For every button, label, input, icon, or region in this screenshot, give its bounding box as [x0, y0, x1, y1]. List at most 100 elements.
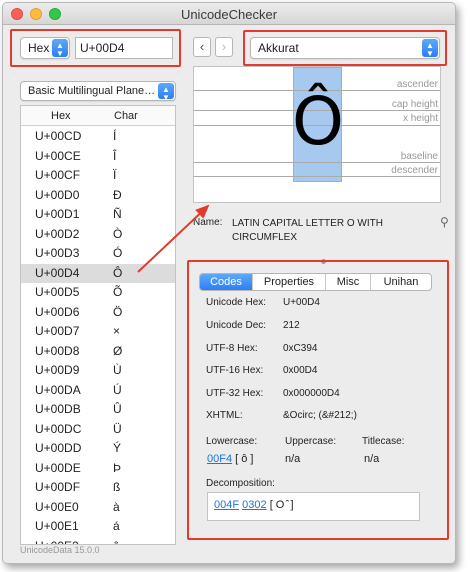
list-item[interactable]: U+00DA Ú [21, 381, 175, 401]
list-item-char: Í [113, 129, 117, 143]
list-item-char: Û [113, 402, 122, 416]
decomposition-label: Decomposition: [206, 478, 275, 489]
lowercase-codepoint-link[interactable]: 00F4 [207, 453, 232, 465]
list-item-hex: U+00D4 [35, 265, 80, 280]
list-item-char: Þ [113, 460, 122, 475]
column-header-char[interactable]: Char [114, 106, 138, 126]
descender-label: descender [391, 165, 438, 176]
tab-misc[interactable]: Misc [326, 274, 371, 290]
block-select[interactable]: Basic Multilingual Plane… ▲ ▼ [20, 81, 176, 102]
list-item[interactable]: U+00CF Ï [21, 166, 175, 186]
column-header-hex[interactable]: Hex [51, 106, 71, 126]
baseline-line [194, 162, 440, 163]
list-item[interactable]: U+00D3 Ó [21, 244, 175, 264]
list-item[interactable]: U+00D4 Ô [21, 263, 175, 283]
utf8-label: UTF-8 Hex: [206, 343, 258, 354]
list-item[interactable]: U+00D0 Ð [21, 186, 175, 206]
list-item[interactable]: U+00DD Ý [21, 439, 175, 459]
decomposition-link-004F[interactable]: 004F [214, 499, 239, 511]
unicode-data-version: UnicodeData 15.0.0 [20, 545, 100, 555]
list-item-hex: U+00DC [35, 421, 82, 436]
decomposition-glyph: [ O ̂ ] [269, 499, 294, 511]
list-item[interactable]: U+00CE Î [21, 147, 175, 167]
list-item[interactable]: U+00E2 â [21, 537, 175, 545]
list-item-hex: U+00CF [35, 168, 81, 182]
list-item-char: Ö [113, 304, 123, 319]
list-item[interactable]: U+00D2 Ò [21, 225, 175, 245]
list-item-hex: U+00D6 [35, 304, 80, 319]
unicode-hex-label: Unicode Hex: [206, 297, 267, 308]
list-item-char: á [113, 519, 120, 533]
list-item[interactable]: U+00E0 à [21, 498, 175, 518]
window-title: UnicodeChecker [180, 7, 278, 22]
list-item[interactable]: U+00E1 á [21, 517, 175, 537]
block-select-value: Basic Multilingual Plane… [28, 85, 156, 97]
lowercase-value: 00F4 [ ô ] [207, 453, 253, 465]
list-item-hex: U+00CD [35, 129, 82, 143]
list-item-char: × [113, 324, 121, 338]
list-item-hex: U+00CE [35, 148, 81, 163]
unicode-dec-value: 212 [283, 320, 300, 331]
list-item[interactable]: U+00DB Û [21, 400, 175, 420]
list-item-hex: U+00D5 [35, 285, 80, 299]
glyph-view: ascender cap height x height baseline de… [193, 66, 441, 203]
highlight-box-font [243, 30, 447, 66]
utf8-value: 0xC394 [283, 343, 318, 354]
list-item-hex: U+00DE [35, 460, 81, 475]
magnifier-icon[interactable]: ⚲ [440, 215, 449, 229]
utf32-label: UTF-32 Hex: [206, 388, 264, 399]
list-item[interactable]: U+00DC Ü [21, 420, 175, 440]
list-item-char: Ý [113, 441, 122, 455]
tab-properties[interactable]: Properties [253, 274, 326, 290]
x-height-label: x height [402, 113, 438, 124]
decomposition-field: 004F 0302 [ O ̂ ] [207, 492, 420, 521]
tab-unihan[interactable]: Unihan [371, 274, 431, 290]
info-tabs: Codes Properties Misc Unihan [199, 273, 432, 291]
list-item[interactable]: U+00D8 Ø [21, 342, 175, 362]
list-item[interactable]: U+00DF ß [21, 478, 175, 498]
list-item-hex: U+00DA [35, 382, 81, 397]
lowercase-label: Lowercase: [206, 436, 258, 447]
xhtml-value: &Ocirc; (&#212;) [283, 410, 357, 421]
list-item-char: ß [113, 480, 121, 494]
ascender-label: ascender [396, 79, 438, 90]
character-list[interactable]: Hex Char U+00CD Í U+00CE Î U+00CF Ï U+00D0 Ð U+0… [20, 105, 176, 545]
utf32-value: 0x000000D4 [283, 388, 340, 399]
list-item-hex: U+00E2 [35, 537, 79, 545]
titlecase-label: Titlecase: [362, 436, 405, 447]
list-item-hex: U+00E0 [35, 499, 79, 514]
list-item-hex: U+00D7 [35, 324, 80, 338]
list-item[interactable]: U+00DE Þ [21, 459, 175, 479]
list-item-char: Õ [113, 285, 123, 299]
list-item-char: Ï [113, 168, 117, 182]
chevron-left-icon: ‹ [199, 39, 205, 54]
list-item-hex: U+00DF [35, 480, 81, 494]
list-item[interactable]: U+00D7 × [21, 322, 175, 342]
highlight-box-code-entry [10, 29, 181, 67]
list-item-hex: U+00D8 [35, 343, 80, 358]
list-item-char: Ô [113, 265, 123, 280]
back-button[interactable]: ‹ [193, 37, 211, 57]
xhtml-label: XHTML: [206, 410, 243, 421]
list-item-hex: U+00D1 [35, 207, 80, 221]
descender-line [194, 176, 440, 177]
list-item[interactable]: U+00D1 Ñ [21, 205, 175, 225]
list-item-hex: U+00DB [35, 402, 81, 416]
list-item[interactable]: U+00D6 Ö [21, 303, 175, 323]
title-bar[interactable]: UnicodeChecker [3, 3, 455, 25]
list-item[interactable]: U+00D5 Õ [21, 283, 175, 303]
forward-button[interactable]: › [215, 37, 233, 57]
tab-codes[interactable]: Codes [200, 274, 253, 290]
list-item-char: Ø [113, 343, 123, 358]
list-item-char: Ò [113, 226, 123, 241]
list-item-char: Ñ [113, 207, 122, 221]
list-item[interactable]: U+00CD Í [21, 127, 175, 147]
decomposition-link-0302[interactable]: 0302 [242, 499, 266, 511]
unicode-dec-label: Unicode Dec: [206, 320, 267, 331]
list-item-char: Ù [113, 363, 122, 377]
list-item-hex: U+00D0 [35, 187, 80, 202]
list-item[interactable]: U+00D9 Ù [21, 361, 175, 381]
list-item-char: Ó [113, 246, 123, 260]
unicode-hex-value: U+00D4 [283, 297, 320, 308]
